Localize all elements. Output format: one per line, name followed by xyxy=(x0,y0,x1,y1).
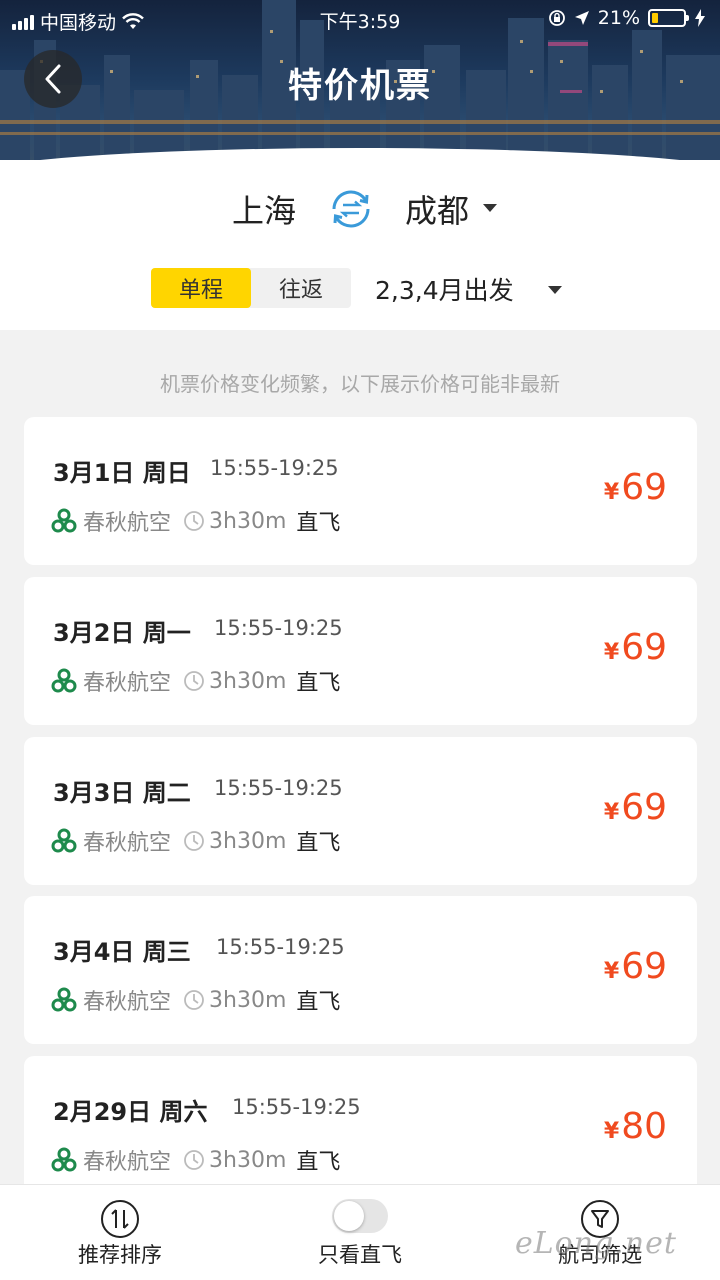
flight-card[interactable]: 3月1日 周日 15:55-19:25 春秋航空 3h30m 直飞 ¥ 69 xyxy=(24,417,697,565)
flight-date: 3月3日 周二 xyxy=(53,779,191,807)
battery-fill xyxy=(652,13,659,23)
price-value: 80 xyxy=(621,1106,667,1147)
flight-duration: 3h30m xyxy=(209,668,287,694)
sort-button[interactable]: 推荐排序 xyxy=(20,1185,220,1280)
flight-price: ¥ 69 xyxy=(604,627,667,668)
price-value: 69 xyxy=(621,787,667,828)
departure-date-range[interactable]: 2,3,4月出发 xyxy=(375,271,514,307)
flight-duration: 3h30m xyxy=(209,828,287,854)
flight-time: 15:55-19:25 xyxy=(214,776,343,800)
airline-logo-icon xyxy=(51,508,77,533)
currency-symbol: ¥ xyxy=(603,1119,620,1144)
location-icon xyxy=(574,11,589,25)
trip-row: 单程 往返 2,3,4月出发 xyxy=(0,266,720,310)
flight-meta: 春秋航空 3h30m 直飞 xyxy=(51,1144,340,1176)
airline-name: 春秋航空 xyxy=(83,831,172,856)
clock-icon xyxy=(184,671,204,691)
arrival-city[interactable]: 成都 xyxy=(405,186,469,232)
route-panel: 上海 成都 单程 往返 2,3,4月出发 xyxy=(0,160,720,330)
price-notice: 机票价格变化频繁，以下展示价格可能非最新 xyxy=(160,372,560,396)
flight-time: 15:55-19:25 xyxy=(210,456,339,480)
flight-date: 3月1日 周日 xyxy=(53,459,191,487)
flight-type: 直飞 xyxy=(296,511,341,536)
status-right: 21% xyxy=(548,7,706,29)
page-title: 特价机票 xyxy=(288,66,432,106)
watermark-text: eLong.net xyxy=(515,1226,677,1261)
swap-icon xyxy=(332,190,370,228)
flight-meta: 春秋航空 3h30m 直飞 xyxy=(51,665,340,697)
switch-knob xyxy=(334,1201,364,1231)
currency-symbol: ¥ xyxy=(603,480,620,505)
price-value: 69 xyxy=(621,467,667,508)
airline-name: 春秋航空 xyxy=(83,671,172,696)
flight-type: 直飞 xyxy=(296,990,341,1015)
airline-logo-icon xyxy=(51,668,77,693)
battery-percent: 21% xyxy=(597,7,640,29)
airline-name: 春秋航空 xyxy=(83,1150,172,1175)
flight-price: ¥ 69 xyxy=(604,946,667,987)
tab-round-trip[interactable]: 往返 xyxy=(251,268,351,308)
route-row: 上海 成都 xyxy=(0,182,720,238)
flight-date: 3月4日 周三 xyxy=(53,938,191,966)
airline-logo-icon xyxy=(51,1147,77,1172)
sort-label: 推荐排序 xyxy=(78,1243,162,1267)
charging-icon xyxy=(695,9,705,27)
flight-price: ¥ 80 xyxy=(604,1106,667,1147)
flight-price: ¥ 69 xyxy=(604,467,667,508)
clock-icon xyxy=(184,990,204,1010)
flight-meta: 春秋航空 3h30m 直飞 xyxy=(51,984,340,1016)
flight-card[interactable]: 3月4日 周三 15:55-19:25 春秋航空 3h30m 直飞 ¥ 69 xyxy=(24,896,697,1044)
flight-time: 15:55-19:25 xyxy=(216,935,345,959)
tab-one-way[interactable]: 单程 xyxy=(151,268,251,308)
currency-symbol: ¥ xyxy=(603,959,620,984)
currency-symbol: ¥ xyxy=(603,800,620,825)
flight-date: 2月29日 周六 xyxy=(53,1098,208,1126)
flight-time: 15:55-19:25 xyxy=(232,1095,361,1119)
flight-meta: 春秋航空 3h30m 直飞 xyxy=(51,825,340,857)
date-range-dropdown-icon[interactable] xyxy=(548,286,562,294)
price-value: 69 xyxy=(621,627,667,668)
flight-duration: 3h30m xyxy=(209,508,287,534)
clock-icon xyxy=(184,1150,204,1170)
flight-price: ¥ 69 xyxy=(604,787,667,828)
airline-logo-icon xyxy=(51,987,77,1012)
direct-only-switch[interactable] xyxy=(332,1199,388,1233)
direct-only-label: 只看直飞 xyxy=(318,1243,402,1267)
flight-duration: 3h30m xyxy=(209,987,287,1013)
airline-name: 春秋航空 xyxy=(83,511,172,536)
flight-meta: 春秋航空 3h30m 直飞 xyxy=(51,505,340,537)
flight-card[interactable]: 2月29日 周六 15:55-19:25 春秋航空 3h30m 直飞 ¥ 80 xyxy=(24,1056,697,1204)
clock-icon xyxy=(184,511,204,531)
status-bar: 中国移动 下午3:59 21% xyxy=(0,0,720,36)
flight-date: 3月2日 周一 xyxy=(53,619,191,647)
currency-symbol: ¥ xyxy=(603,640,620,665)
price-value: 69 xyxy=(621,946,667,987)
flight-type: 直飞 xyxy=(296,1150,341,1175)
flight-card[interactable]: 3月2日 周一 15:55-19:25 春秋航空 3h30m 直飞 ¥ 69 xyxy=(24,577,697,725)
flight-time: 15:55-19:25 xyxy=(214,616,343,640)
arrival-city-dropdown-icon[interactable] xyxy=(483,204,497,212)
trip-type-selector: 单程 往返 xyxy=(151,268,351,308)
flight-card[interactable]: 3月3日 周二 15:55-19:25 春秋航空 3h30m 直飞 ¥ 69 xyxy=(24,737,697,885)
flight-type: 直飞 xyxy=(296,671,341,696)
flight-type: 直飞 xyxy=(296,831,341,856)
direct-only-toggle-button[interactable]: 只看直飞 xyxy=(260,1185,460,1280)
flight-duration: 3h30m xyxy=(209,1147,287,1173)
sort-icon xyxy=(101,1200,139,1238)
clock-icon xyxy=(184,831,204,851)
battery-icon xyxy=(648,9,689,27)
departure-city[interactable]: 上海 xyxy=(232,186,296,232)
airline-name: 春秋航空 xyxy=(83,990,172,1015)
swap-cities-button[interactable] xyxy=(326,184,376,234)
airline-logo-icon xyxy=(51,828,77,853)
header-banner: 中国移动 下午3:59 21% 特价机票 xyxy=(0,0,720,175)
orientation-lock-icon xyxy=(548,10,565,26)
